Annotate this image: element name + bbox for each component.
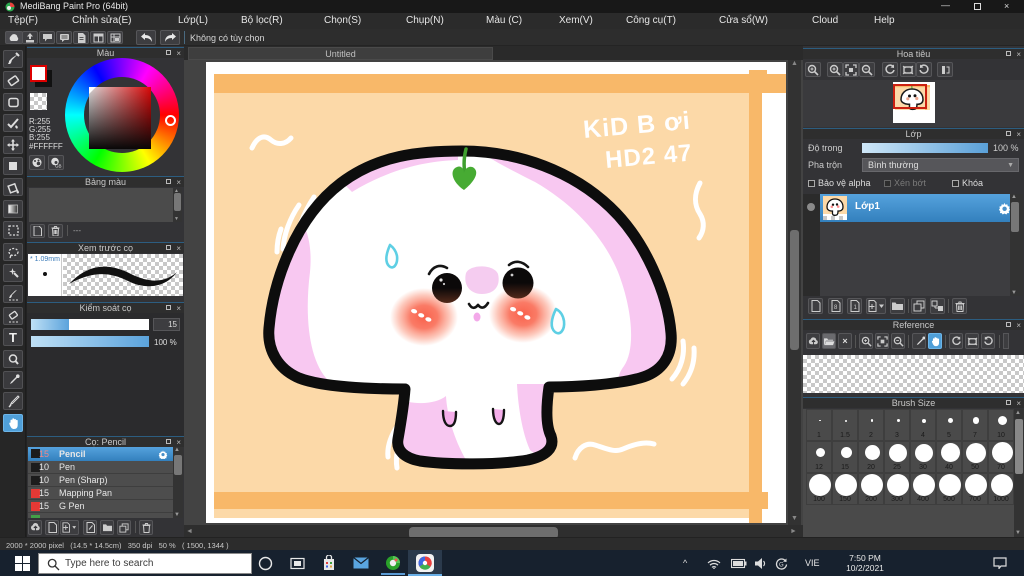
svg-text:G: G: [779, 563, 784, 569]
svg-text:1: 1: [853, 305, 857, 311]
svg-text:GB: GB: [55, 164, 62, 169]
svg-text:8: 8: [834, 305, 838, 311]
